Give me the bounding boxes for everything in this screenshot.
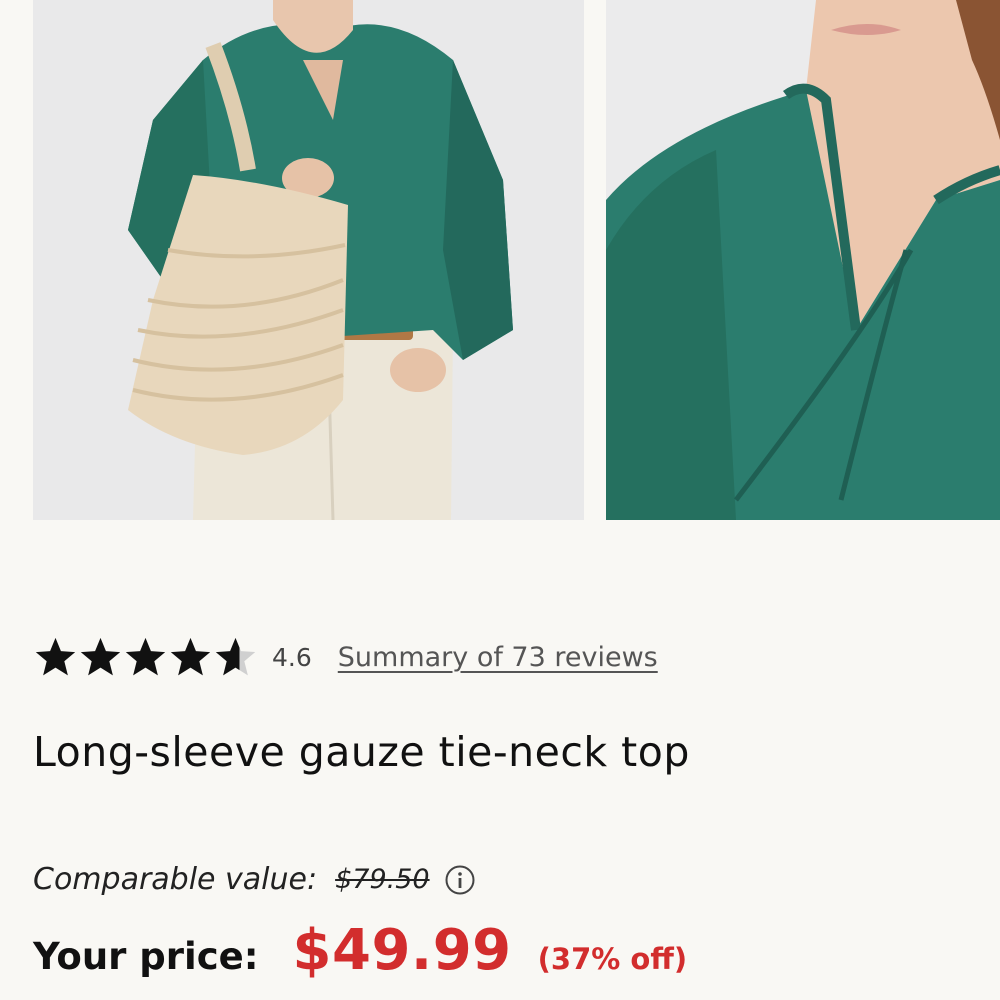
info-icon[interactable] — [444, 864, 476, 896]
star-icon — [35, 637, 76, 675]
rating-value: 4.6 — [272, 642, 312, 672]
price-row: Your price: $49.99 (37% off) — [33, 918, 687, 983]
product-title: Long-sleeve gauze tie-neck top — [33, 728, 690, 776]
star-icon — [170, 637, 211, 675]
reviews-summary-link[interactable]: Summary of 73 reviews — [338, 642, 658, 673]
product-gallery — [0, 0, 1000, 520]
your-price-label: Your price: — [33, 935, 259, 978]
sale-price: $49.99 — [292, 918, 512, 983]
star-icon — [215, 637, 256, 675]
product-image-full[interactable] — [33, 0, 584, 520]
comparable-value-row: Comparable value: $79.50 — [33, 862, 476, 897]
star-icon — [125, 637, 166, 675]
product-photo-model — [33, 0, 584, 520]
comparable-price: $79.50 — [335, 864, 430, 895]
rating-row: 4.6 Summary of 73 reviews — [33, 632, 658, 682]
star-rating[interactable] — [33, 635, 258, 680]
product-image-closeup[interactable] — [606, 0, 1000, 520]
star-icon — [80, 637, 121, 675]
discount-badge: (37% off) — [537, 942, 688, 976]
comparable-value-label: Comparable value: — [33, 862, 318, 897]
product-photo-closeup — [606, 0, 1000, 520]
